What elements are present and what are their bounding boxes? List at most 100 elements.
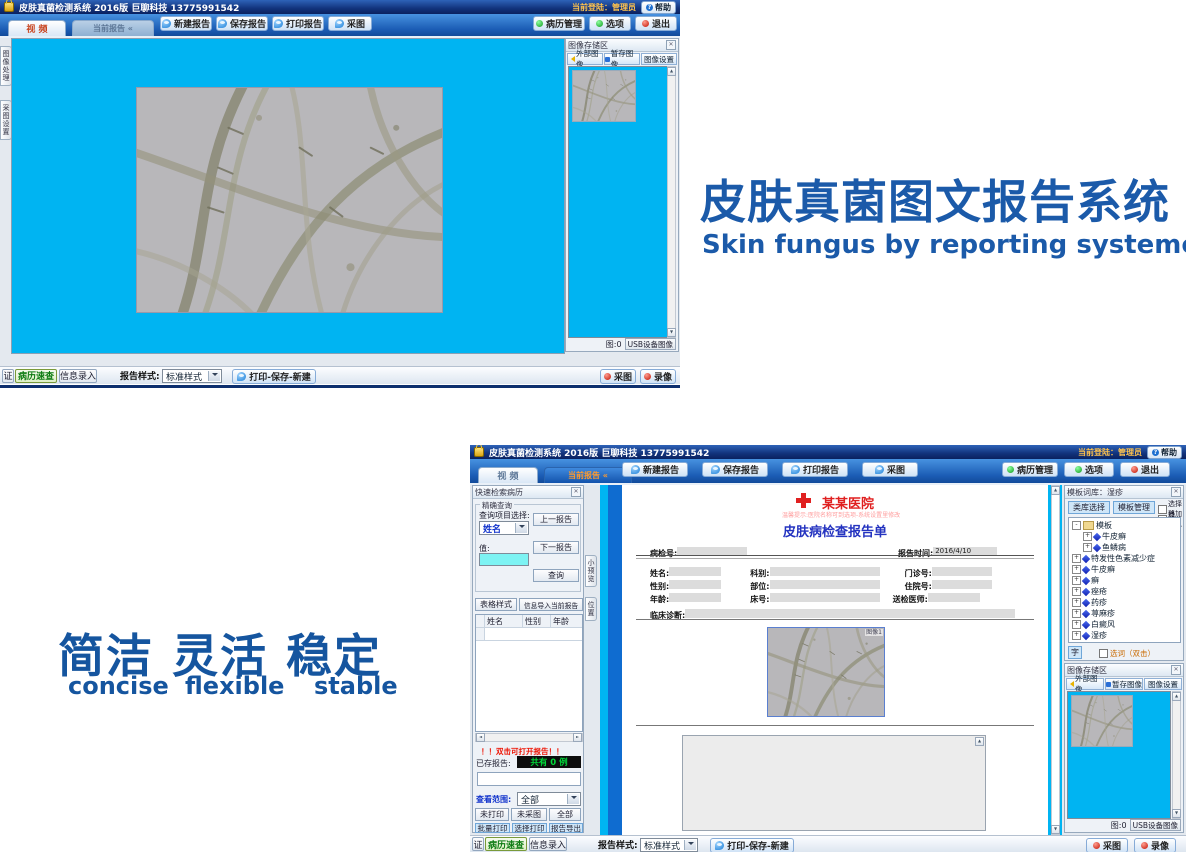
new-report-button[interactable]: 新建报告 xyxy=(622,462,688,477)
expand-icon[interactable]: + xyxy=(1072,587,1081,596)
expand-icon[interactable]: + xyxy=(1072,631,1081,640)
scroll-down-icon[interactable]: ▼ xyxy=(667,328,676,337)
report-style-select[interactable]: 标准样式 xyxy=(162,369,222,383)
tree-item[interactable]: +药疹 xyxy=(1069,597,1180,608)
records-button[interactable]: 病历管理 xyxy=(533,16,585,31)
scroll-right-icon[interactable]: ► xyxy=(573,733,582,742)
scroll-up-icon[interactable]: ▲ xyxy=(1172,692,1181,701)
info-entry-button[interactable]: 信息录入 xyxy=(59,369,97,383)
print-report-button[interactable]: 打印报告 xyxy=(272,16,324,31)
tab-external-images[interactable]: 外部图像 xyxy=(567,53,603,65)
chevron-down-icon[interactable] xyxy=(567,794,579,804)
options-button[interactable]: 选项 xyxy=(589,16,631,31)
cert-button[interactable]: 证 xyxy=(2,369,14,383)
save-report-button[interactable]: 保存报告 xyxy=(216,16,268,31)
chevron-down-icon[interactable] xyxy=(684,840,696,850)
capture-button[interactable]: 采图 xyxy=(328,16,372,31)
scroll-down-icon[interactable]: ▼ xyxy=(1172,809,1181,818)
tree-item[interactable]: -模板 xyxy=(1069,520,1180,531)
usb-source-label[interactable]: USB设备图像 xyxy=(625,338,676,350)
info-entry-button[interactable]: 信息录入 xyxy=(529,837,567,851)
exit-button[interactable]: 退出 xyxy=(635,16,677,31)
stored-image-thumbnail[interactable] xyxy=(1071,695,1133,747)
filter-all-button[interactable]: 全部 xyxy=(549,808,581,821)
tree-item[interactable]: +牛皮癣 xyxy=(1069,531,1180,542)
quick-search-button[interactable]: 病历速查 xyxy=(15,369,57,383)
prev-report-button[interactable]: 上一报告 xyxy=(533,513,579,526)
export-report-button[interactable]: 报告导出 xyxy=(549,823,583,833)
cert-button[interactable]: 证 xyxy=(472,837,484,851)
tab-current-report[interactable]: 当前报告 « xyxy=(544,467,632,483)
print-save-new-button[interactable]: 打印-保存-新建 xyxy=(710,838,794,852)
template-tree[interactable]: -模板 +牛皮癣 +鱼鳞病 +特发性色素减少症 +牛皮癣 +癣 +痤疮 +药疹 … xyxy=(1068,517,1181,643)
tab-temp-images[interactable]: 暂存图像 xyxy=(604,53,640,65)
tab-video[interactable]: 视 频 xyxy=(8,20,66,36)
library-select-button[interactable]: 类库选择 xyxy=(1068,501,1110,514)
expand-icon[interactable]: + xyxy=(1072,565,1081,574)
chevron-down-icon[interactable] xyxy=(208,371,220,381)
diagnosis-field[interactable] xyxy=(685,609,1015,618)
close-icon[interactable]: ✕ xyxy=(571,487,581,497)
next-report-button[interactable]: 下一报告 xyxy=(533,541,579,554)
tab-video[interactable]: 视 频 xyxy=(478,467,538,483)
help-button[interactable]: ?帮助 xyxy=(641,1,676,14)
age-field[interactable] xyxy=(669,593,721,602)
expand-icon[interactable]: - xyxy=(1072,521,1081,530)
expand-icon[interactable]: + xyxy=(1072,620,1081,629)
close-icon[interactable]: ✕ xyxy=(666,40,676,50)
col-age[interactable]: 年龄 xyxy=(551,615,579,627)
findings-textarea[interactable]: ▲ xyxy=(682,735,986,831)
usb-source-label[interactable]: USB设备图像 xyxy=(1130,819,1181,831)
exit-button[interactable]: 退出 xyxy=(1120,462,1170,477)
font-button[interactable]: 字 xyxy=(1068,646,1082,659)
pick-word-checkbox[interactable]: 选词（双击） xyxy=(1099,648,1155,659)
stored-report-field[interactable] xyxy=(477,772,581,786)
expand-icon[interactable]: + xyxy=(1083,532,1092,541)
select-print-button[interactable]: 选择打印 xyxy=(512,823,547,833)
report-style-select[interactable]: 标准样式 xyxy=(640,838,698,852)
table-hscrollbar[interactable]: ◄ ► xyxy=(475,733,583,742)
scroll-left-icon[interactable]: ◄ xyxy=(476,733,485,742)
capture-image-button[interactable]: 采图 xyxy=(600,369,636,384)
tab-temp-images[interactable]: 暂存图像 xyxy=(1105,678,1143,690)
capture-image-button[interactable]: 采图 xyxy=(1086,838,1128,852)
records-button[interactable]: 病历管理 xyxy=(1002,462,1058,477)
close-icon[interactable]: ✕ xyxy=(1171,487,1181,497)
expand-icon[interactable]: + xyxy=(1072,576,1081,585)
stored-image-thumbnail[interactable] xyxy=(572,70,636,122)
bed-no-field[interactable] xyxy=(770,593,880,602)
tree-item[interactable]: +癣 xyxy=(1069,575,1180,586)
import-to-report-button[interactable]: 信息导入当前报告 xyxy=(519,598,583,611)
side-tab-mini-preview[interactable]: 小预览 xyxy=(585,555,597,587)
tree-item[interactable]: +湿疹 xyxy=(1069,630,1180,641)
expand-icon[interactable]: + xyxy=(1072,554,1081,563)
tree-item[interactable]: +荨麻疹 xyxy=(1069,608,1180,619)
view-range-select[interactable]: 全部 xyxy=(517,792,581,806)
scroll-up-icon[interactable]: ▲ xyxy=(975,737,984,746)
template-manage-button[interactable]: 模板管理 xyxy=(1113,501,1155,514)
chevron-down-icon[interactable] xyxy=(515,523,527,533)
col-name[interactable]: 姓名 xyxy=(485,615,523,627)
tree-item[interactable]: +痤疮 xyxy=(1069,586,1180,597)
capture-button[interactable]: 采图 xyxy=(862,462,918,477)
report-microscopy-image[interactable]: 图像1 xyxy=(767,627,885,717)
help-button[interactable]: ?帮助 xyxy=(1147,446,1182,459)
tree-item[interactable]: +牛皮癣 xyxy=(1069,564,1180,575)
save-report-button[interactable]: 保存报告 xyxy=(702,462,768,477)
tree-item[interactable]: +鱼鳞病 xyxy=(1069,542,1180,553)
store-scrollbar[interactable]: ▲ ▼ xyxy=(1172,691,1181,819)
report-vscrollbar[interactable]: ▲ ▼ xyxy=(1051,485,1060,835)
tab-current-report[interactable]: 当前报告 « xyxy=(72,20,154,36)
tab-external-images[interactable]: 外部图像 xyxy=(1066,678,1104,690)
expand-icon[interactable]: + xyxy=(1083,543,1092,552)
print-report-button[interactable]: 打印报告 xyxy=(782,462,848,477)
checkbox-icon[interactable] xyxy=(1099,649,1108,658)
store-scrollbar[interactable]: ▲ ▼ xyxy=(667,66,676,338)
tree-item[interactable]: +特发性色素减少症 xyxy=(1069,553,1180,564)
new-report-button[interactable]: 新建报告 xyxy=(160,16,212,31)
print-save-new-button[interactable]: 打印-保存-新建 xyxy=(232,369,316,384)
close-icon[interactable]: ✕ xyxy=(1171,665,1181,675)
query-value-input[interactable] xyxy=(479,553,529,566)
tab-image-settings[interactable]: 图像设置 xyxy=(1144,678,1182,690)
expand-icon[interactable]: + xyxy=(1072,598,1081,607)
